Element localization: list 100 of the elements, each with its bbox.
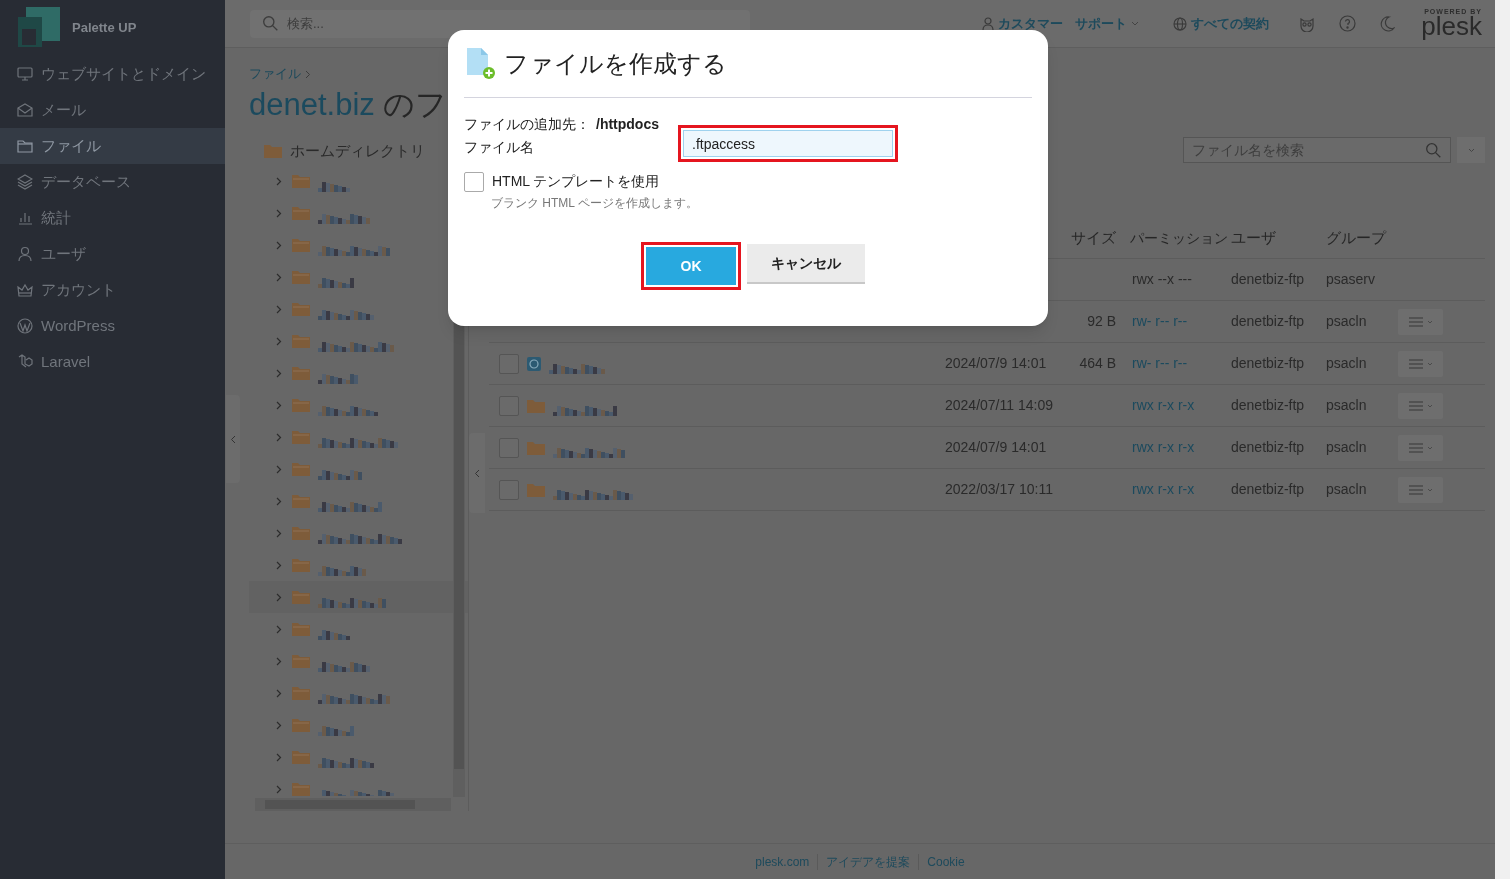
permissions-link[interactable]: rwx r-x r-x (1116, 437, 1231, 458)
hint-text: ブランク HTML ページを作成します。 (491, 195, 699, 212)
blurred-text (318, 308, 374, 320)
chevron-icon[interactable] (275, 176, 284, 186)
chevron-icon[interactable] (275, 560, 284, 570)
permissions-link[interactable]: rwx r-x r-x (1116, 395, 1231, 416)
chevron-icon[interactable] (275, 432, 284, 442)
row-menu-button[interactable] (1398, 434, 1443, 461)
folder-icon (292, 526, 310, 540)
sidebar-item[interactable]: WordPress (0, 308, 225, 344)
destination-path: /httpdocs (596, 114, 659, 134)
user-cell-text: denetbiz-ftp (1231, 270, 1306, 289)
globe-icon (1173, 16, 1188, 31)
sidebar-item[interactable]: ユーザ (0, 236, 225, 272)
chevron-icon[interactable] (275, 208, 284, 218)
chevron-icon[interactable] (275, 304, 284, 314)
chevron-icon[interactable] (275, 688, 284, 698)
blurred-text (318, 756, 374, 768)
monitor-icon (17, 66, 33, 82)
checkbox[interactable] (464, 171, 484, 192)
sidebar-item[interactable]: ファイル (0, 128, 225, 164)
blurred-text (553, 403, 617, 416)
chevron-icon[interactable] (275, 720, 284, 730)
user-icon (982, 16, 995, 31)
menu-icon (1408, 316, 1423, 327)
search-icon (262, 15, 279, 32)
blurred-text (318, 276, 354, 288)
scrollbar[interactable] (1495, 0, 1510, 879)
moon-icon[interactable] (1380, 15, 1396, 32)
chevron-icon[interactable] (275, 656, 284, 666)
logo-icon (18, 7, 60, 49)
size-cell-text: 92 B (1086, 312, 1116, 331)
dialog-title: ファイルを作成する (504, 48, 727, 79)
permissions-link[interactable]: rw- r-- r-- (1116, 353, 1231, 374)
sidebar-item[interactable]: データベース (0, 164, 225, 200)
collapse-handle[interactable] (469, 433, 485, 513)
permissions-link[interactable]: rwx r-x r-x (1116, 479, 1231, 500)
footer-link[interactable]: アイデアを提案 (826, 852, 911, 871)
size-cell-text: 464 B (1078, 354, 1116, 373)
row-menu-button[interactable] (1398, 392, 1443, 419)
row-menu-button[interactable] (1398, 476, 1443, 503)
folder-icon (292, 686, 310, 700)
permissions-link[interactable]: rw- r-- r-- (1116, 311, 1231, 332)
caret-icon (1426, 319, 1433, 324)
sidebar-item[interactable]: ウェブサイトとドメイン (0, 56, 225, 92)
date-cell-text: 2024/07/11 14:09 (945, 396, 1054, 415)
brand-name: Palette UP (72, 19, 137, 38)
owl-icon[interactable] (1299, 15, 1316, 32)
footer-link[interactable]: Cookie (927, 852, 965, 871)
caret-icon (1467, 147, 1475, 153)
chevron-icon[interactable] (275, 400, 284, 410)
folder-icon (527, 482, 545, 497)
envelope-icon (17, 102, 33, 118)
chevron-icon[interactable] (275, 592, 284, 602)
checkbox-label: HTML テンプレートを使用 (492, 172, 660, 191)
sidebar-item[interactable]: アカウント (0, 272, 225, 308)
folder-icon (292, 718, 310, 732)
chevron-icon[interactable] (275, 272, 284, 282)
row-menu-button[interactable] (1398, 350, 1443, 377)
chevron-icon[interactable] (275, 336, 284, 346)
ok-button[interactable]: OK (646, 247, 736, 285)
user-cell-text: denetbiz-ftp (1231, 312, 1306, 331)
column-header[interactable]: サイズ (1061, 227, 1116, 250)
tree-root[interactable]: ホームディレクトリ (290, 139, 425, 163)
chevron-icon (230, 434, 236, 444)
sidebar-item[interactable]: Laravel (0, 344, 225, 380)
chevron-icon (305, 69, 311, 79)
caret-icon (1426, 445, 1433, 450)
footer-link[interactable]: plesk.com (755, 852, 810, 871)
chevron-icon[interactable] (275, 368, 284, 378)
folder-icon (292, 654, 310, 668)
sidebar-item[interactable]: メール (0, 92, 225, 128)
blurred-text (549, 361, 605, 374)
column-header[interactable]: グループ (1326, 227, 1398, 250)
chevron-icon[interactable] (275, 624, 284, 634)
collapse-handle[interactable] (226, 395, 240, 483)
folder-icon (292, 206, 310, 220)
folder-icon (292, 366, 310, 380)
chevron-icon[interactable] (275, 752, 284, 762)
cancel-button[interactable]: キャンセル (747, 244, 865, 284)
support-menu[interactable]: サポート (1075, 13, 1140, 34)
date-cell-text: 2024/07/9 14:01 (945, 438, 1048, 457)
chevron-icon[interactable] (275, 464, 284, 474)
breadcrumb-link[interactable]: ファイル (249, 64, 301, 84)
folder-icon (292, 622, 310, 636)
folder-icon (292, 558, 310, 572)
subscriptions-link[interactable]: すべての契約 (1173, 13, 1270, 34)
file-name-input[interactable]: .ftpaccess (683, 130, 893, 157)
sidebar-item[interactable]: 統計 (0, 200, 225, 236)
field-label: ファイル名 (464, 138, 535, 157)
help-icon[interactable] (1339, 15, 1357, 32)
customer-link[interactable]: カスタマー (982, 13, 1064, 34)
chevron-icon[interactable] (275, 528, 284, 538)
chevron-icon[interactable] (275, 784, 284, 794)
blurred-text (318, 628, 350, 640)
column-header[interactable]: ユーザ (1231, 227, 1326, 250)
blurred-text (318, 564, 366, 576)
chevron-icon[interactable] (275, 240, 284, 250)
chevron-icon[interactable] (275, 496, 284, 506)
row-menu-button[interactable] (1398, 308, 1443, 335)
